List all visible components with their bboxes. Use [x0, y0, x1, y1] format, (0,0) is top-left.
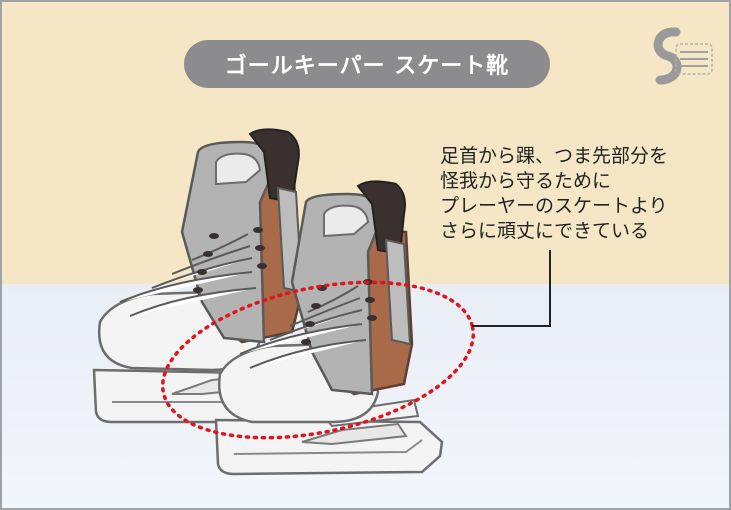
caption-line: プレーヤーのスケートより	[440, 195, 668, 217]
callout-leader-line	[472, 250, 551, 327]
skates-artwork	[92, 128, 551, 476]
caption-line: 怪我から守るために	[440, 170, 612, 192]
caption-line: さらに頑丈にできている	[440, 220, 650, 242]
illustration-canvas: ゴールキーパー スケート靴 足首から踝、つま先部分を 怪我から守るために プレー…	[0, 0, 731, 510]
caption-line: 足首から踝、つま先部分を	[440, 145, 669, 167]
callout-caption: 足首から踝、つま先部分を 怪我から守るために プレーヤーのスケートより さらに頑…	[440, 144, 720, 244]
right-skate-blade	[214, 418, 444, 476]
